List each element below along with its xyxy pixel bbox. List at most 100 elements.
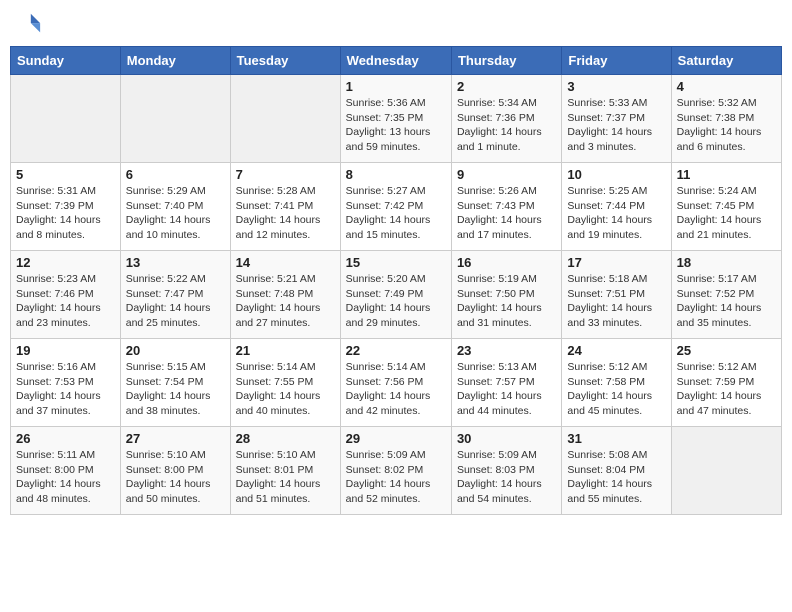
day-of-week-header: Sunday <box>11 47 121 75</box>
day-of-week-header: Thursday <box>451 47 561 75</box>
day-number: 20 <box>126 343 225 358</box>
calendar-cell: 10 Sunrise: 5:25 AMSunset: 7:44 PMDayligh… <box>562 163 671 251</box>
calendar-cell: 24 Sunrise: 5:12 AMSunset: 7:58 PMDayligh… <box>562 339 671 427</box>
calendar-cell: 11 Sunrise: 5:24 AMSunset: 7:45 PMDayligh… <box>671 163 781 251</box>
calendar-cell: 2 Sunrise: 5:34 AMSunset: 7:36 PMDaylight… <box>451 75 561 163</box>
day-info: Sunrise: 5:21 AMSunset: 7:48 PMDaylight:… <box>236 272 335 331</box>
day-number: 12 <box>16 255 115 270</box>
day-number: 7 <box>236 167 335 182</box>
day-number: 3 <box>567 79 665 94</box>
calendar-cell: 3 Sunrise: 5:33 AMSunset: 7:37 PMDaylight… <box>562 75 671 163</box>
day-info: Sunrise: 5:10 AMSunset: 8:01 PMDaylight:… <box>236 448 335 507</box>
calendar-cell: 19 Sunrise: 5:16 AMSunset: 7:53 PMDayligh… <box>11 339 121 427</box>
calendar-cell: 25 Sunrise: 5:12 AMSunset: 7:59 PMDayligh… <box>671 339 781 427</box>
day-number: 23 <box>457 343 556 358</box>
day-number: 6 <box>126 167 225 182</box>
day-info: Sunrise: 5:29 AMSunset: 7:40 PMDaylight:… <box>126 184 225 243</box>
calendar-cell: 31Sunrise: 5:08 AMSunset: 8:04 PMDayligh… <box>562 427 671 515</box>
day-info: Sunrise: 5:09 AMSunset: 8:02 PMDaylight:… <box>346 448 446 507</box>
day-number: 4 <box>677 79 776 94</box>
day-number: 25 <box>677 343 776 358</box>
day-number: 15 <box>346 255 446 270</box>
logo <box>14 10 44 38</box>
day-info: Sunrise: 5:23 AMSunset: 7:46 PMDaylight:… <box>16 272 115 331</box>
day-info: Sunrise: 5:19 AMSunset: 7:50 PMDaylight:… <box>457 272 556 331</box>
day-info: Sunrise: 5:25 AMSunset: 7:44 PMDaylight:… <box>567 184 665 243</box>
calendar-cell <box>671 427 781 515</box>
day-info: Sunrise: 5:32 AMSunset: 7:38 PMDaylight:… <box>677 96 776 155</box>
logo-icon <box>14 10 42 38</box>
calendar-cell: 18 Sunrise: 5:17 AMSunset: 7:52 PMDayligh… <box>671 251 781 339</box>
day-number: 9 <box>457 167 556 182</box>
day-of-week-header: Monday <box>120 47 230 75</box>
calendar-cell <box>11 75 121 163</box>
day-number: 16 <box>457 255 556 270</box>
day-number: 14 <box>236 255 335 270</box>
calendar-cell <box>120 75 230 163</box>
day-info: Sunrise: 5:20 AMSunset: 7:49 PMDaylight:… <box>346 272 446 331</box>
day-info: Sunrise: 5:17 AMSunset: 7:52 PMDaylight:… <box>677 272 776 331</box>
day-number: 22 <box>346 343 446 358</box>
day-info: Sunrise: 5:08 AMSunset: 8:04 PMDaylight:… <box>567 448 665 507</box>
day-info: Sunrise: 5:22 AMSunset: 7:47 PMDaylight:… <box>126 272 225 331</box>
day-info: Sunrise: 5:24 AMSunset: 7:45 PMDaylight:… <box>677 184 776 243</box>
page-header <box>10 10 782 38</box>
day-number: 2 <box>457 79 556 94</box>
day-info: Sunrise: 5:11 AMSunset: 8:00 PMDaylight:… <box>16 448 115 507</box>
day-of-week-header: Friday <box>562 47 671 75</box>
calendar-cell: 5 Sunrise: 5:31 AMSunset: 7:39 PMDaylight… <box>11 163 121 251</box>
day-number: 18 <box>677 255 776 270</box>
calendar-cell: 13 Sunrise: 5:22 AMSunset: 7:47 PMDayligh… <box>120 251 230 339</box>
day-info: Sunrise: 5:13 AMSunset: 7:57 PMDaylight:… <box>457 360 556 419</box>
calendar-cell: 30Sunrise: 5:09 AMSunset: 8:03 PMDayligh… <box>451 427 561 515</box>
calendar-cell: 28 Sunrise: 5:10 AMSunset: 8:01 PMDayligh… <box>230 427 340 515</box>
calendar-cell: 29 Sunrise: 5:09 AMSunset: 8:02 PMDayligh… <box>340 427 451 515</box>
day-number: 21 <box>236 343 335 358</box>
day-info: Sunrise: 5:09 AMSunset: 8:03 PMDaylight:… <box>457 448 556 507</box>
day-number: 24 <box>567 343 665 358</box>
calendar-cell: 21 Sunrise: 5:14 AMSunset: 7:55 PMDayligh… <box>230 339 340 427</box>
day-info: Sunrise: 5:16 AMSunset: 7:53 PMDaylight:… <box>16 360 115 419</box>
calendar-cell: 15 Sunrise: 5:20 AMSunset: 7:49 PMDayligh… <box>340 251 451 339</box>
day-number: 17 <box>567 255 665 270</box>
day-of-week-header: Saturday <box>671 47 781 75</box>
day-number: 13 <box>126 255 225 270</box>
day-number: 27 <box>126 431 225 446</box>
calendar-cell: 20 Sunrise: 5:15 AMSunset: 7:54 PMDayligh… <box>120 339 230 427</box>
day-info: Sunrise: 5:28 AMSunset: 7:41 PMDaylight:… <box>236 184 335 243</box>
day-number: 5 <box>16 167 115 182</box>
day-info: Sunrise: 5:33 AMSunset: 7:37 PMDaylight:… <box>567 96 665 155</box>
day-number: 28 <box>236 431 335 446</box>
day-info: Sunrise: 5:12 AMSunset: 7:58 PMDaylight:… <box>567 360 665 419</box>
day-info: Sunrise: 5:14 AMSunset: 7:56 PMDaylight:… <box>346 360 446 419</box>
day-number: 10 <box>567 167 665 182</box>
calendar-cell: 4 Sunrise: 5:32 AMSunset: 7:38 PMDaylight… <box>671 75 781 163</box>
day-info: Sunrise: 5:14 AMSunset: 7:55 PMDaylight:… <box>236 360 335 419</box>
day-info: Sunrise: 5:31 AMSunset: 7:39 PMDaylight:… <box>16 184 115 243</box>
day-number: 1 <box>346 79 446 94</box>
day-of-week-header: Tuesday <box>230 47 340 75</box>
day-number: 29 <box>346 431 446 446</box>
calendar-cell: 16 Sunrise: 5:19 AMSunset: 7:50 PMDayligh… <box>451 251 561 339</box>
day-number: 11 <box>677 167 776 182</box>
calendar-cell: 7 Sunrise: 5:28 AMSunset: 7:41 PMDaylight… <box>230 163 340 251</box>
day-info: Sunrise: 5:36 AMSunset: 7:35 PMDaylight:… <box>346 96 446 155</box>
day-info: Sunrise: 5:10 AMSunset: 8:00 PMDaylight:… <box>126 448 225 507</box>
day-number: 26 <box>16 431 115 446</box>
calendar-cell <box>230 75 340 163</box>
day-info: Sunrise: 5:26 AMSunset: 7:43 PMDaylight:… <box>457 184 556 243</box>
calendar-cell: 26 Sunrise: 5:11 AMSunset: 8:00 PMDayligh… <box>11 427 121 515</box>
calendar-cell: 23 Sunrise: 5:13 AMSunset: 7:57 PMDayligh… <box>451 339 561 427</box>
calendar-table: SundayMondayTuesdayWednesdayThursdayFrid… <box>10 46 782 515</box>
calendar-cell: 12 Sunrise: 5:23 AMSunset: 7:46 PMDayligh… <box>11 251 121 339</box>
day-number: 19 <box>16 343 115 358</box>
day-info: Sunrise: 5:12 AMSunset: 7:59 PMDaylight:… <box>677 360 776 419</box>
day-of-week-header: Wednesday <box>340 47 451 75</box>
calendar-cell: 8Sunrise: 5:27 AMSunset: 7:42 PMDaylight… <box>340 163 451 251</box>
day-info: Sunrise: 5:15 AMSunset: 7:54 PMDaylight:… <box>126 360 225 419</box>
calendar-cell: 1 Sunrise: 5:36 AMSunset: 7:35 PMDaylight… <box>340 75 451 163</box>
day-info: Sunrise: 5:34 AMSunset: 7:36 PMDaylight:… <box>457 96 556 155</box>
calendar-cell: 22 Sunrise: 5:14 AMSunset: 7:56 PMDayligh… <box>340 339 451 427</box>
calendar-cell: 9 Sunrise: 5:26 AMSunset: 7:43 PMDaylight… <box>451 163 561 251</box>
calendar-cell: 14 Sunrise: 5:21 AMSunset: 7:48 PMDayligh… <box>230 251 340 339</box>
